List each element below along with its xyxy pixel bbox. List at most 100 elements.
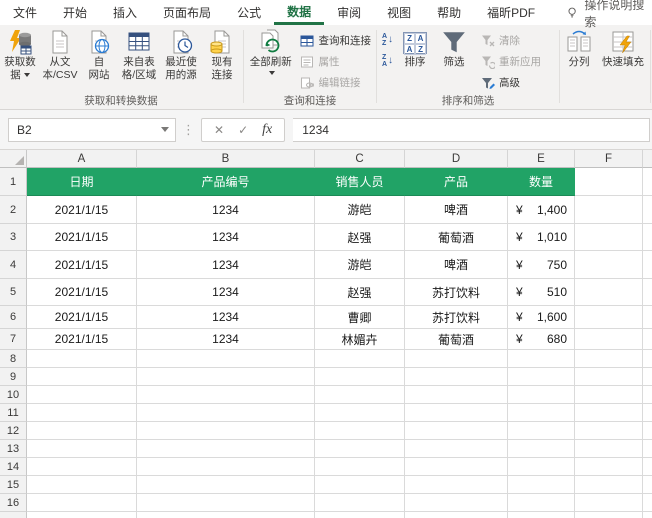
cell[interactable] xyxy=(508,512,575,518)
cell[interactable] xyxy=(27,386,137,404)
cell[interactable] xyxy=(27,476,137,494)
cell[interactable]: 1234 xyxy=(137,196,315,224)
tab-file[interactable]: 文件 xyxy=(0,0,50,25)
tab-page-layout[interactable]: 页面布局 xyxy=(150,0,224,25)
cell[interactable]: 游皑 xyxy=(315,251,405,279)
cell[interactable] xyxy=(27,512,137,518)
column-header-b[interactable]: B xyxy=(137,150,315,168)
cell[interactable] xyxy=(643,512,652,518)
cell[interactable] xyxy=(575,512,643,518)
cell[interactable] xyxy=(315,422,405,440)
tab-home[interactable]: 开始 xyxy=(50,0,100,25)
name-box[interactable]: B2 xyxy=(8,118,176,142)
cell[interactable] xyxy=(508,458,575,476)
cell[interactable] xyxy=(643,251,652,279)
cell[interactable]: 1234 xyxy=(137,306,315,329)
cell[interactable] xyxy=(315,494,405,512)
row-header[interactable]: 14 xyxy=(0,458,27,476)
row-header[interactable]: 2 xyxy=(0,196,27,224)
cell[interactable] xyxy=(643,440,652,458)
cell[interactable]: 游皑 xyxy=(315,196,405,224)
refresh-all-button[interactable]: 全部刷新 xyxy=(245,27,297,75)
recent-sources-button[interactable]: 最近使 用的源 xyxy=(160,27,202,82)
filter-button[interactable]: 筛选 xyxy=(435,27,473,69)
queries-connections-button[interactable]: 查询和连接 xyxy=(296,30,375,51)
cell[interactable] xyxy=(27,350,137,368)
cell[interactable]: 葡萄酒 xyxy=(405,329,508,350)
cell[interactable] xyxy=(575,368,643,386)
cell[interactable] xyxy=(643,306,652,329)
row-header[interactable]: 6 xyxy=(0,306,27,329)
cell[interactable]: ¥680 xyxy=(508,329,575,350)
row-header[interactable] xyxy=(0,512,27,518)
cell[interactable] xyxy=(575,440,643,458)
cell[interactable] xyxy=(508,368,575,386)
cell[interactable] xyxy=(575,251,643,279)
row-header[interactable]: 8 xyxy=(0,350,27,368)
tab-review[interactable]: 审阅 xyxy=(324,0,374,25)
cell[interactable]: 2021/1/15 xyxy=(27,329,137,350)
row-header[interactable]: 16 xyxy=(0,494,27,512)
cell[interactable]: 产品编号 xyxy=(137,168,315,196)
cell[interactable] xyxy=(27,404,137,422)
cell[interactable] xyxy=(575,350,643,368)
cell[interactable] xyxy=(575,329,643,350)
cell[interactable]: 啤酒 xyxy=(405,251,508,279)
cell[interactable] xyxy=(575,168,643,196)
tab-foxit-pdf[interactable]: 福昕PDF xyxy=(474,0,548,25)
cell[interactable]: 1234 xyxy=(137,329,315,350)
cell[interactable] xyxy=(137,494,315,512)
row-header[interactable]: 11 xyxy=(0,404,27,422)
tab-help[interactable]: 帮助 xyxy=(424,0,474,25)
column-header-e[interactable]: E xyxy=(508,150,575,168)
cell[interactable] xyxy=(405,494,508,512)
cell[interactable] xyxy=(575,386,643,404)
tab-data[interactable]: 数据 xyxy=(274,0,324,25)
cell[interactable]: ¥750 xyxy=(508,251,575,279)
row-header[interactable]: 13 xyxy=(0,440,27,458)
cell[interactable] xyxy=(315,440,405,458)
cell[interactable] xyxy=(405,422,508,440)
cell[interactable] xyxy=(137,350,315,368)
cell[interactable] xyxy=(575,196,643,224)
cell[interactable] xyxy=(137,368,315,386)
properties-button[interactable]: 属性 xyxy=(296,51,375,72)
cell[interactable] xyxy=(27,422,137,440)
tab-insert[interactable]: 插入 xyxy=(100,0,150,25)
cell[interactable]: 葡萄酒 xyxy=(405,224,508,251)
cell[interactable] xyxy=(315,458,405,476)
sort-descending-button[interactable]: ZA ↓ xyxy=(382,52,393,70)
cell[interactable] xyxy=(315,476,405,494)
from-text-csv-button[interactable]: 从文 本/CSV xyxy=(40,27,80,82)
cell[interactable] xyxy=(643,386,652,404)
cell[interactable]: ¥510 xyxy=(508,279,575,306)
cell[interactable] xyxy=(315,368,405,386)
cell[interactable] xyxy=(643,224,652,251)
cell[interactable] xyxy=(508,494,575,512)
cell[interactable] xyxy=(405,350,508,368)
cell[interactable]: 2021/1/15 xyxy=(27,279,137,306)
cell[interactable] xyxy=(27,494,137,512)
cell[interactable] xyxy=(508,404,575,422)
select-all-corner[interactable] xyxy=(0,150,27,168)
cell[interactable] xyxy=(137,476,315,494)
cell[interactable] xyxy=(643,350,652,368)
existing-connections-button[interactable]: 现有 连接 xyxy=(202,27,242,82)
cell[interactable] xyxy=(137,386,315,404)
cell[interactable]: 苏打饮料 xyxy=(405,279,508,306)
tab-formulas[interactable]: 公式 xyxy=(224,0,274,25)
cell[interactable] xyxy=(508,476,575,494)
cell[interactable]: 赵强 xyxy=(315,224,405,251)
cell[interactable]: 曹卿 xyxy=(315,306,405,329)
advanced-filter-button[interactable]: 高级 xyxy=(477,72,545,93)
from-table-range-button[interactable]: 来自表 格/区域 xyxy=(118,27,160,82)
cell[interactable]: ¥1,400 xyxy=(508,196,575,224)
cell[interactable] xyxy=(643,368,652,386)
cell[interactable]: 2021/1/15 xyxy=(27,196,137,224)
tab-view[interactable]: 视图 xyxy=(374,0,424,25)
cell[interactable] xyxy=(575,494,643,512)
cell[interactable] xyxy=(405,440,508,458)
cell[interactable] xyxy=(643,422,652,440)
cell[interactable] xyxy=(137,440,315,458)
cell[interactable]: 日期 xyxy=(27,168,137,196)
